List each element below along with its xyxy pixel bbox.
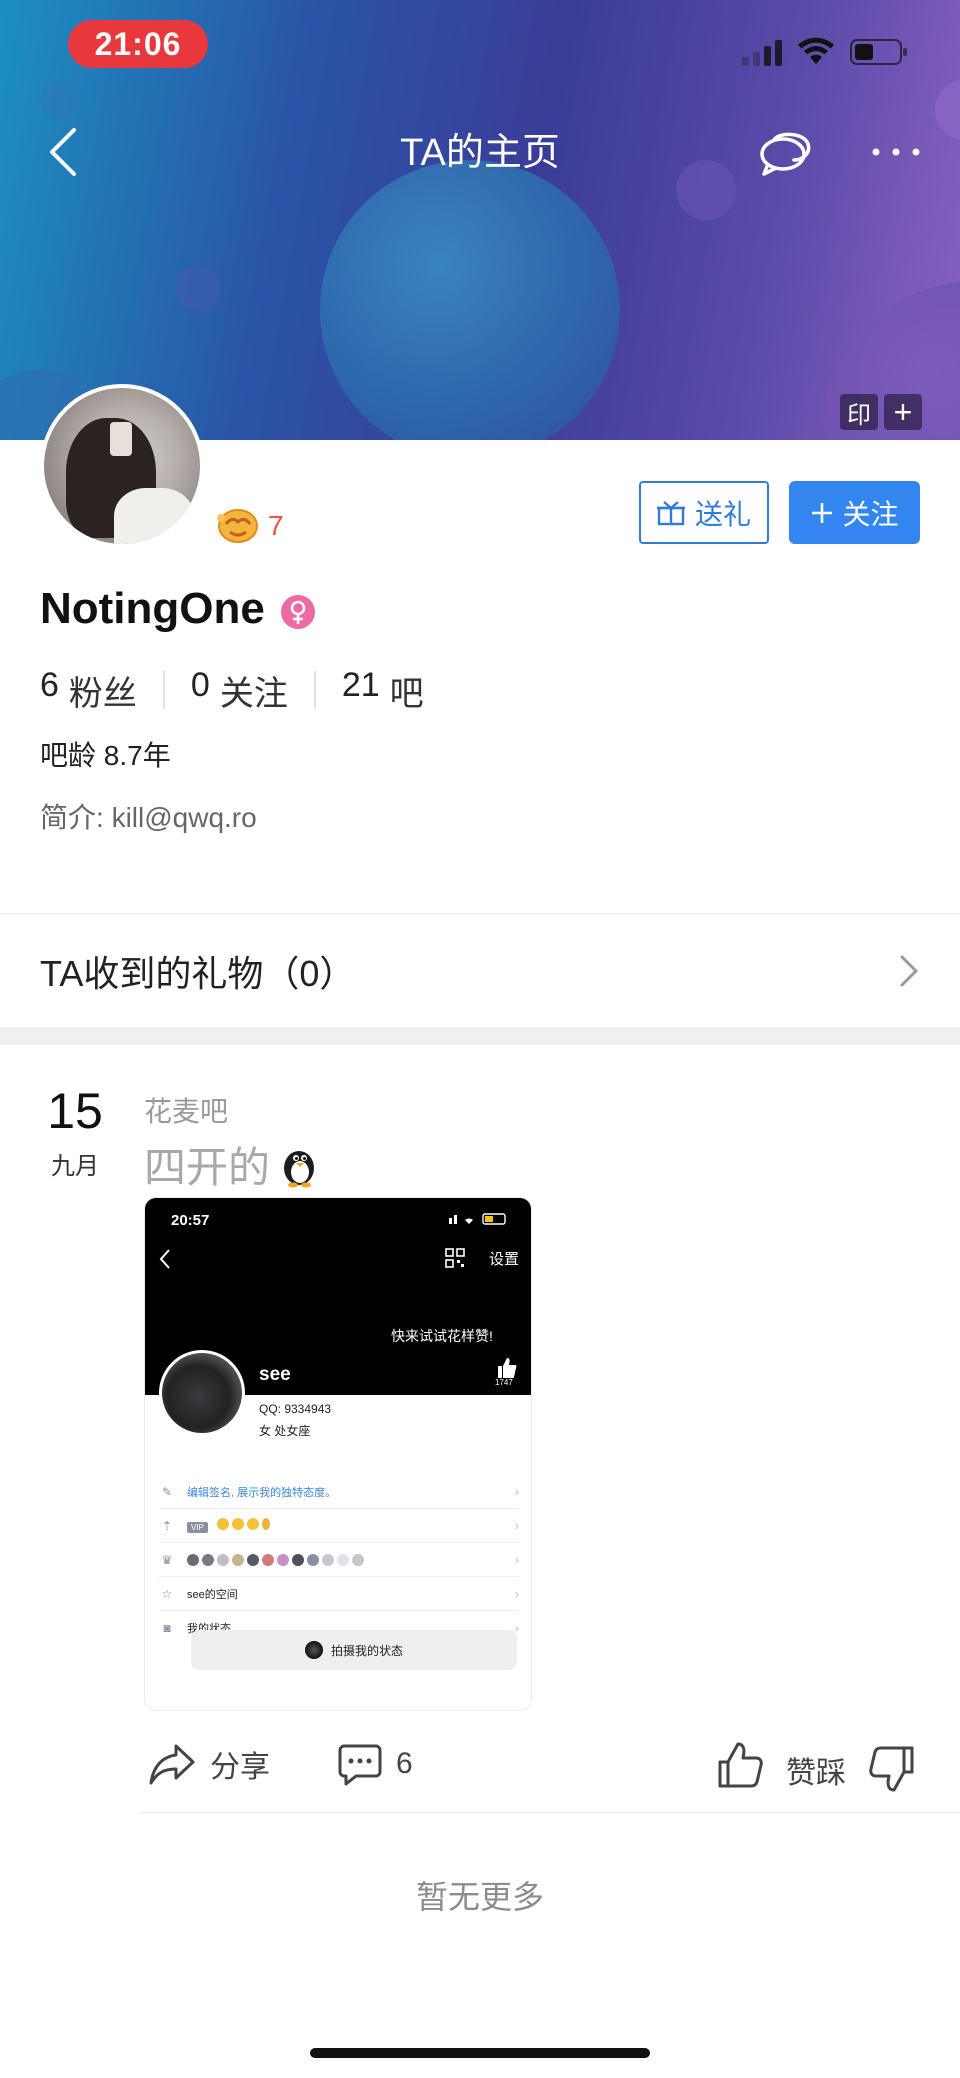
embedded-qr-icon	[445, 1248, 465, 1268]
chevron-right-icon: ›	[515, 1484, 519, 1499]
send-gift-label: 送礼	[694, 498, 751, 530]
stat-value: 6	[40, 665, 59, 704]
embedded-status-time: 20:57	[171, 1212, 210, 1229]
bar-age: 吧龄 8.7年	[40, 734, 171, 774]
embedded-settings-label: 设置	[489, 1251, 520, 1268]
plus-icon	[812, 502, 833, 523]
divider	[162, 671, 165, 709]
page-title: TA的主页	[400, 132, 560, 174]
stat-label: 粉丝	[68, 674, 137, 713]
embedded-capture-button: 拍摄我的状态	[191, 1630, 517, 1670]
section-divider	[0, 1027, 960, 1045]
embedded-gender-line: 女 处女座	[259, 1424, 311, 1438]
share-button[interactable]: 分享	[148, 1742, 270, 1786]
post-forum-name[interactable]: 花麦吧	[144, 1090, 228, 1130]
gift-icon	[656, 500, 685, 525]
stamp-button[interactable]: 印	[840, 394, 878, 430]
post-day: 15	[47, 1083, 103, 1139]
chat-bubbles-icon[interactable]	[758, 126, 812, 178]
embedded-row: ⇡ VIP ›	[159, 1509, 519, 1543]
cellular-signal-icon	[742, 38, 786, 66]
embedded-qq-number: QQ: 9334943	[259, 1402, 332, 1416]
embedded-thumbs-up-icon	[498, 1358, 517, 1378]
username: NotingOne	[40, 584, 265, 633]
female-gender-icon	[281, 595, 315, 629]
thumbs-down-icon[interactable]	[868, 1744, 916, 1794]
received-gifts-row[interactable]: TA收到的礼物（0）	[40, 946, 920, 996]
profile-stats: 6 粉丝 0 关注 21 吧	[40, 666, 450, 715]
share-label: 分享	[210, 1751, 270, 1784]
status-time: 21:06	[68, 20, 208, 68]
bio: 简介: kill@qwq.ro	[40, 796, 257, 836]
banner-bubble	[320, 160, 620, 440]
embedded-back-icon	[159, 1249, 170, 1269]
stat-value: 21	[341, 665, 380, 704]
vip-badge: VIP	[187, 1522, 208, 1533]
more-icon[interactable]	[866, 132, 926, 172]
badge-icons	[187, 1553, 515, 1566]
follow-button[interactable]: 关注	[789, 481, 920, 544]
divider	[140, 1812, 960, 1813]
level-badge-icon	[217, 509, 258, 543]
stat-label: 吧	[389, 674, 424, 713]
level-number: 7	[268, 510, 284, 541]
chart-icon: ⇡	[161, 1518, 173, 1533]
crown-icon: ♛	[161, 1552, 173, 1567]
received-gifts-label: TA收到的礼物（0）	[40, 953, 356, 994]
vote-label: 赞踩	[786, 1757, 846, 1790]
stat-label: 关注	[219, 674, 288, 713]
penguin-emoji-icon	[284, 1150, 315, 1187]
capture-dot-icon	[304, 1641, 323, 1659]
banner-bubble	[676, 160, 736, 220]
profile-banner: 21:06 TA的主页 印 +	[0, 0, 960, 440]
post-month: 九月	[51, 1153, 99, 1180]
pen-icon: ✎	[161, 1484, 173, 1499]
followers-stat[interactable]: 6 粉丝	[40, 666, 163, 715]
embedded-promo-text: 快来试试花样赞!	[391, 1328, 493, 1344]
following-stat[interactable]: 0 关注	[191, 666, 314, 715]
banner-bubble	[175, 265, 221, 311]
embedded-status-icons	[449, 1213, 506, 1225]
camera-icon: ◙	[163, 1621, 171, 1635]
comment-button[interactable]: 6	[338, 1742, 413, 1786]
no-more-text: 暂无更多	[415, 1879, 544, 1915]
vip-level-icons	[216, 1518, 270, 1530]
embedded-row: ☆ see的空间 ›	[159, 1577, 519, 1611]
post-title[interactable]: 四开的	[144, 1134, 322, 1195]
forums-stat[interactable]: 21 吧	[342, 666, 450, 715]
post-image[interactable]: 20:57 设置 快来试试花样赞! 1747 see QQ: 9334943 女…	[144, 1197, 532, 1711]
wifi-icon	[798, 37, 834, 64]
post-title-text: 四开的	[144, 1144, 271, 1191]
bio-label: 简介:	[40, 802, 104, 833]
embedded-row: ✎ 编辑签名, 展示我的独特态度。 ›	[159, 1475, 519, 1509]
embedded-row: ♛ ›	[159, 1543, 519, 1577]
bar-age-label: 吧龄	[40, 740, 97, 771]
add-cover-button[interactable]: +	[884, 394, 922, 430]
embedded-username: see	[259, 1364, 291, 1385]
share-icon	[149, 1744, 195, 1785]
stat-value: 0	[190, 665, 210, 704]
bar-age-value: 8.7年	[103, 740, 171, 771]
chevron-right-icon: ›	[515, 1552, 519, 1567]
banner-bubble	[935, 80, 960, 140]
bio-value: kill@qwq.ro	[111, 802, 257, 833]
comment-icon	[338, 1744, 382, 1786]
follow-label: 关注	[842, 498, 899, 530]
chevron-right-icon: ›	[515, 1518, 519, 1533]
embedded-avatar	[159, 1350, 245, 1436]
comment-count: 6	[396, 1747, 413, 1780]
divider	[313, 671, 316, 709]
back-icon[interactable]	[44, 124, 84, 180]
embedded-likes-count: 1747	[495, 1378, 513, 1387]
chevron-right-icon	[900, 955, 918, 987]
banner-bubble	[40, 80, 80, 120]
avatar[interactable]	[40, 384, 204, 548]
send-gift-button[interactable]: 送礼	[639, 481, 769, 544]
star-icon: ☆	[161, 1586, 173, 1601]
thumbs-up-icon[interactable]	[716, 1740, 764, 1790]
chevron-right-icon: ›	[515, 1586, 519, 1601]
battery-icon	[850, 39, 907, 65]
divider	[0, 913, 960, 915]
home-indicator[interactable]	[310, 2048, 650, 2058]
